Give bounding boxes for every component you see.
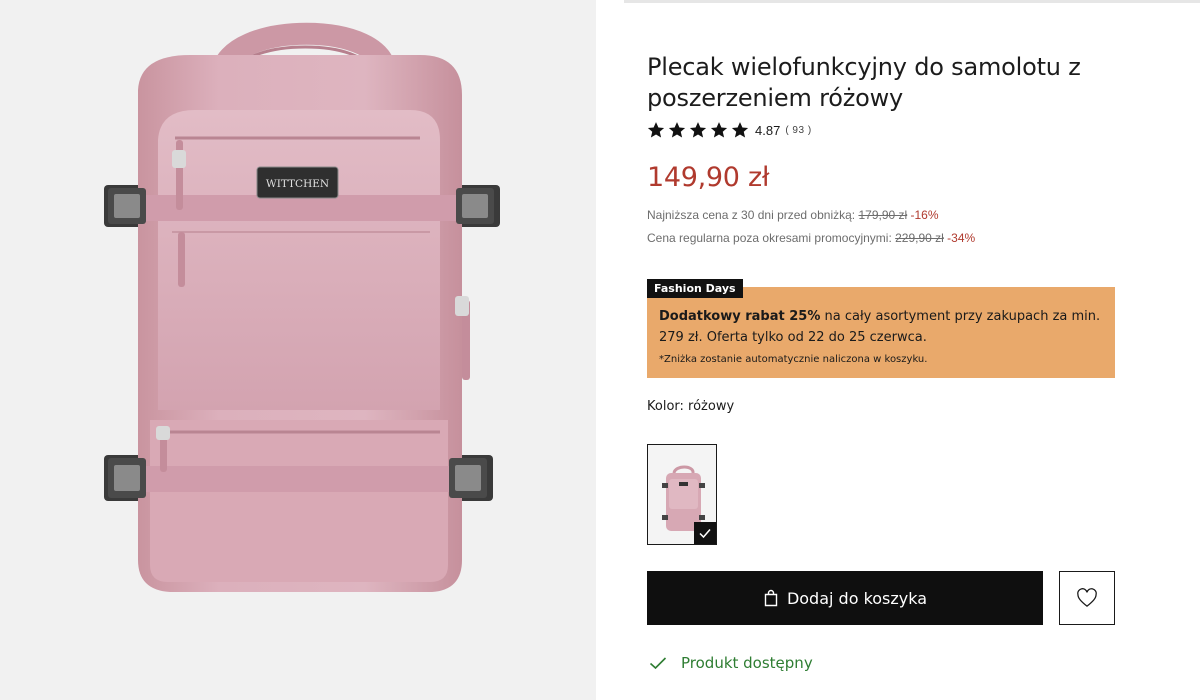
regular-price-discount: -34% bbox=[947, 231, 976, 245]
rating-stars bbox=[647, 121, 749, 139]
check-icon bbox=[649, 657, 667, 670]
star-icon bbox=[668, 122, 686, 138]
star-icon bbox=[689, 122, 707, 138]
promo-tag: Fashion Days bbox=[647, 279, 743, 298]
add-to-cart-label: Dodaj do koszyka bbox=[786, 588, 928, 608]
promo-banner: Dodatkowy rabat 25% na cały asortyment p… bbox=[647, 287, 1115, 378]
regular-price-note: Cena regularna poza okresami promocyjnym… bbox=[647, 231, 975, 245]
heart-icon bbox=[1077, 588, 1097, 607]
selected-check bbox=[694, 522, 716, 544]
star-icon bbox=[710, 122, 728, 138]
color-label: Kolor: różowy bbox=[647, 399, 735, 414]
bag-icon bbox=[764, 589, 778, 607]
lowest-price-note: Najniższa cena z 30 dni przed obniżką: 1… bbox=[647, 208, 939, 222]
regular-price-label: Cena regularna poza okresami promocyjnym… bbox=[647, 231, 892, 245]
product-rating[interactable]: 4.87 ( 93 ) bbox=[647, 120, 812, 140]
color-swatch-pink[interactable] bbox=[647, 444, 717, 545]
promo-bold: Dodatkowy rabat 25% bbox=[659, 309, 821, 324]
promo-text: Dodatkowy rabat 25% na cały asortyment p… bbox=[659, 306, 1103, 348]
current-price: 149,90 zł bbox=[647, 162, 770, 193]
wishlist-button[interactable] bbox=[1059, 571, 1115, 625]
brand-logo-text: WITTCHEN bbox=[266, 178, 329, 190]
product-details: Plecak wielofunkcyjny do samolotu z posz… bbox=[647, 0, 1117, 700]
rating-value: 4.87 bbox=[755, 122, 781, 138]
backpack-illustration: WITTCHEN bbox=[104, 22, 500, 592]
availability-text: Produkt dostępny bbox=[681, 654, 813, 672]
lowest-price-label: Najniższa cena z 30 dni przed obniżką: bbox=[647, 208, 856, 222]
product-image[interactable]: WITTCHEN bbox=[0, 0, 596, 700]
regular-price-old: 229,90 zł bbox=[895, 231, 944, 245]
star-icon bbox=[647, 122, 665, 138]
availability: Produkt dostępny bbox=[649, 654, 813, 672]
lowest-price-old: 179,90 zł bbox=[858, 208, 908, 222]
add-to-cart-button[interactable]: Dodaj do koszyka bbox=[647, 571, 1043, 625]
check-icon bbox=[699, 529, 711, 539]
promo-fine-print: *Zniżka zostanie automatycznie naliczona… bbox=[659, 354, 928, 365]
rating-count[interactable]: ( 93 ) bbox=[785, 125, 811, 136]
lowest-price-discount: -16% bbox=[910, 208, 939, 222]
product-title: Plecak wielofunkcyjny do samolotu z posz… bbox=[647, 53, 1081, 112]
star-icon bbox=[731, 122, 749, 138]
